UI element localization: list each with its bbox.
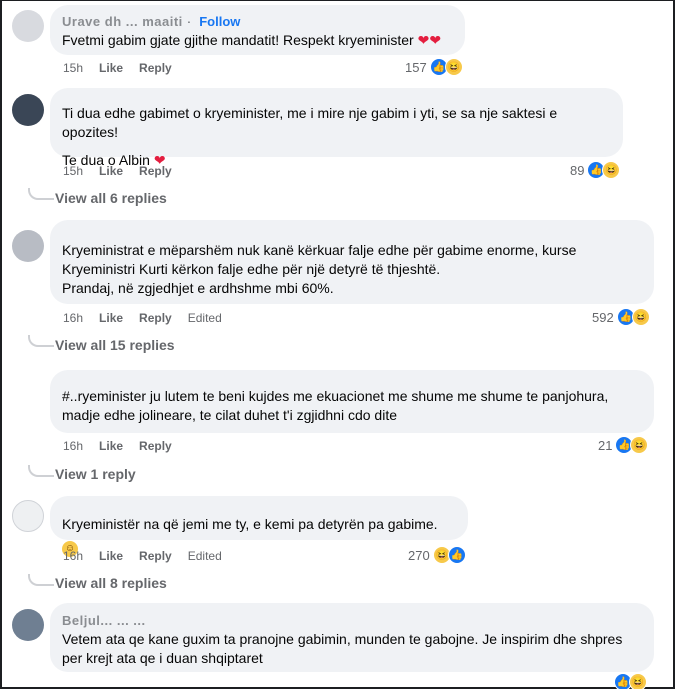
comment-bubble: Beljul... ... ... Vetem ata qe kane guxi… [50,603,654,672]
comment-text-line2: Kryeministri Kurti kërkon falje edhe për… [62,261,441,277]
timestamp[interactable]: 16h [63,439,83,453]
reaction-count: 89 [570,162,585,178]
comment-text-line2: per krejt ata qe i duan shqiptaret [62,650,263,666]
like-button[interactable]: Like [99,164,123,178]
reply-button[interactable]: Reply [139,439,172,453]
comment-meta: 16h Like Reply Edited [63,549,222,563]
comment-author[interactable]: Urave dh ... maaiti [62,14,183,29]
edited-label[interactable]: Edited [188,549,222,563]
timestamp[interactable]: 15h [63,164,83,178]
haha-emoji-icon: 😆 [631,308,650,326]
like-button[interactable]: Like [99,549,123,563]
haha-emoji-icon: 😆 [630,436,649,454]
view-replies-link[interactable]: View 1 reply [55,466,136,482]
haha-emoji-icon: 😆 [444,58,463,76]
reaction-summary[interactable]: 157 👍 😆 [405,58,463,76]
heart-emoji: ❤❤ [417,32,442,48]
avatar[interactable] [12,94,44,126]
reply-button[interactable]: Reply [139,549,172,563]
avatar[interactable] [12,500,44,532]
comment-text: Kryeministër na që jemi me ty, e kemi pa… [62,516,438,532]
comment-text: Kryeministrat e mëparshëm nuk kanë kërku… [62,242,577,258]
timestamp[interactable]: 15h [63,61,83,75]
follow-button[interactable]: Follow [199,14,240,29]
avatar[interactable] [12,609,44,641]
separator-dot: · [186,13,196,29]
reply-button[interactable]: Reply [139,61,172,75]
comment-meta: 16h Like Reply [63,439,172,453]
timestamp[interactable]: 16h [63,311,83,325]
comment-meta: 16h Like Reply Edited [63,311,222,325]
reaction-summary[interactable]: 89 👍 😆 [570,161,621,179]
comment-bubble: Kryeministër na që jemi me ty, e kemi pa… [50,496,468,557]
like-button[interactable]: Like [99,311,123,325]
edited-label[interactable]: Edited [188,311,222,325]
thread-connector [28,188,54,200]
thread-connector [28,335,54,347]
comment-bubble: Urave dh ... maaiti · Follow Fvetmi gabi… [50,5,465,55]
reaction-count: 21 [598,437,613,453]
view-replies-link[interactable]: View all 15 replies [55,337,175,353]
thumbs-up-icon: 👍 [447,546,466,564]
reaction-summary[interactable]: 592 👍 😆 [592,308,650,326]
comment-bubble: Ti dua edhe gabimet o kryeminister, me i… [50,88,623,168]
comment-text: Fvetmi gabim gjate gjithe mandatit! Resp… [62,32,414,48]
view-replies-link[interactable]: View all 8 replies [55,575,167,591]
reaction-summary[interactable]: 21 👍 😆 [598,436,649,454]
haha-emoji-icon: 😆 [629,673,647,689]
haha-emoji-icon: 😆 [602,161,621,179]
view-replies-link[interactable]: View all 6 replies [55,190,167,206]
comment-author[interactable]: Beljul... ... ... [62,611,642,630]
reply-button[interactable]: Reply [139,311,172,325]
thread-connector [28,574,54,586]
like-button[interactable]: Like [99,61,123,75]
reaction-summary[interactable]: 270 😆 👍 [408,546,466,564]
thread-connector [28,465,54,477]
comment-bubble: Kryeministrat e mëparshëm nuk kanë kërku… [50,220,654,304]
like-button[interactable]: Like [99,439,123,453]
comment-meta: 15h Like Reply [63,164,172,178]
comment-text-line2: madje edhe jolineare, te cilat duhet t'i… [62,407,397,423]
comment-bubble: #..ryeminister ju lutem te beni kujdes m… [50,370,654,433]
comment-meta: 15h Like Reply [63,61,172,75]
comment-text: #..ryeminister ju lutem te beni kujdes m… [62,388,609,404]
avatar[interactable] [12,230,44,262]
reaction-summary[interactable]: 👍 😆 [614,673,647,689]
timestamp[interactable]: 16h [63,549,83,563]
comment-text-line3: Prandaj, në zgjedhjet e ardhshme mbi 60%… [62,280,334,296]
avatar[interactable] [12,10,44,42]
comment-text: Vetem ata qe kane guxim ta pranojne gabi… [62,631,623,647]
reply-button[interactable]: Reply [139,164,172,178]
reaction-count: 157 [405,59,427,75]
comment-text: Ti dua edhe gabimet o kryeminister, me i… [62,105,558,140]
reaction-count: 592 [592,309,614,325]
reaction-count: 270 [408,547,430,563]
